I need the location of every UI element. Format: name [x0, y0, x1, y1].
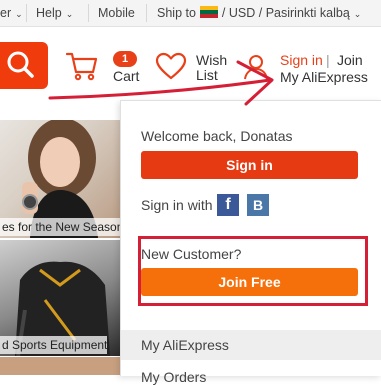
user-icon — [244, 55, 268, 80]
sign-in-with-label: Sign in with — [141, 197, 213, 213]
menu-item-my-aliexpress[interactable]: My AliExpress — [121, 330, 381, 360]
help-menu[interactable]: Help ⌄ — [36, 0, 73, 26]
divider — [26, 4, 27, 22]
cart-icon — [65, 52, 98, 81]
menu-item-my-orders[interactable]: My Orders — [141, 369, 206, 385]
facebook-icon[interactable]: f — [217, 194, 239, 216]
chevron-down-icon: ⌄ — [65, 9, 74, 19]
wish-list-button[interactable] — [155, 52, 187, 85]
divider — [146, 4, 147, 22]
search-button[interactable] — [0, 42, 48, 89]
search-icon — [7, 51, 34, 78]
menu-item-label: My AliExpress — [141, 337, 229, 353]
chevron-down-icon: ⌄ — [15, 9, 23, 19]
top-bar: er ⌄ Help ⌄ Mobile Ship to / USD / Pasirink… — [0, 0, 381, 27]
cart-button[interactable] — [65, 50, 99, 87]
sign-in-button[interactable]: Sign in — [141, 151, 358, 179]
cart-label[interactable]: Cart — [113, 68, 139, 84]
welcome-text: Welcome back, Donatas — [141, 128, 293, 144]
ship-to-selector[interactable]: Ship to / USD / Pasirinkti kalbą ⌄ — [157, 0, 361, 26]
top-bar-first-label: er — [0, 6, 12, 20]
divider — [88, 4, 89, 22]
currency-label: USD — [228, 6, 256, 20]
cart-count-badge: 1 — [113, 51, 137, 67]
header-sign-in-link[interactable]: Sign in — [280, 52, 323, 68]
help-label: Help — [36, 6, 62, 20]
header-separator: | — [326, 52, 330, 68]
vk-icon[interactable]: B — [247, 194, 269, 216]
header-join-link[interactable]: Join — [337, 52, 363, 68]
banner-caption: d Sports Equipment — [0, 336, 108, 354]
header-my-aliexpress-link[interactable]: My AliExpress — [280, 69, 368, 85]
mobile-link[interactable]: Mobile — [98, 0, 135, 26]
banner-image-fashion[interactable]: es for the New Season — [0, 120, 120, 238]
ship-to-label: Ship to — [157, 6, 196, 20]
banner-caption: es for the New Season — [0, 218, 120, 236]
annotation-highlight-box — [138, 236, 368, 306]
account-button[interactable] — [243, 54, 269, 85]
banner-image[interactable] — [0, 357, 120, 375]
banner-image-sports[interactable]: d Sports Equipment — [0, 240, 120, 356]
top-bar-truncated-item[interactable]: er ⌄ — [0, 0, 23, 26]
wish-list-label[interactable]: Wish List — [196, 53, 230, 83]
chevron-down-icon: ⌄ — [353, 9, 362, 19]
lithuania-flag-icon — [199, 6, 218, 18]
language-label: Pasirinkti kalbą — [265, 6, 350, 20]
heart-icon — [155, 52, 187, 80]
